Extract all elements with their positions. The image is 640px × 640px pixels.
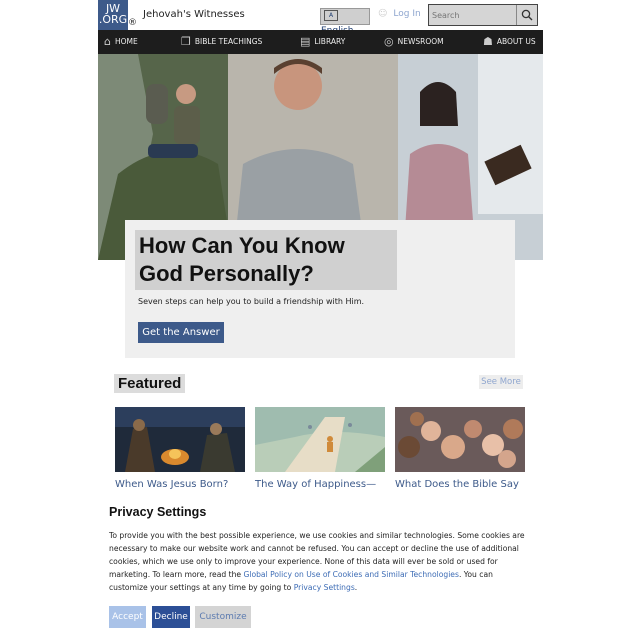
nav-label-about-us: ABOUT US: [496, 37, 536, 46]
search-input[interactable]: [432, 8, 512, 22]
get-the-answer-button[interactable]: Get the Answer: [138, 322, 224, 343]
featured-item-way-of-happiness[interactable]: The Way of Happiness—: [255, 407, 385, 490]
globe-icon: ◎: [384, 35, 394, 48]
jw-org-logo[interactable]: JW .ORG: [98, 0, 128, 30]
search-button[interactable]: [516, 5, 537, 25]
home-icon: ⌂: [104, 35, 111, 48]
nav-label-home: HOME: [114, 37, 138, 46]
nav-item-about-us[interactable]: ☗ ABOUT US: [483, 30, 536, 54]
privacy-banner: Privacy Settings To provide you with the…: [0, 494, 640, 640]
decline-button[interactable]: Decline: [152, 606, 190, 628]
nav-item-home[interactable]: ⌂ HOME: [104, 30, 138, 54]
accept-button[interactable]: Accept: [109, 606, 146, 628]
customize-button[interactable]: Customize: [195, 606, 251, 628]
happiness-path-image: [255, 407, 385, 472]
featured-caption[interactable]: What Does the Bible Say: [395, 479, 525, 490]
nav-item-library[interactable]: ▤ LIBRARY: [300, 30, 345, 54]
featured-thumbnail[interactable]: [395, 407, 525, 472]
logo-text-org: .ORG: [98, 13, 128, 26]
featured-item-jesus-born[interactable]: When Was Jesus Born?: [115, 407, 245, 490]
privacy-text: To provide you with the best possible ex…: [109, 529, 534, 594]
privacy-settings-link[interactable]: Privacy Settings: [294, 583, 355, 592]
site-name[interactable]: Jehovah's Witnesses: [143, 9, 245, 20]
nav-label-bible-teachings: BIBLE TEACHINGS: [194, 37, 263, 46]
user-icon: ☺: [378, 9, 388, 19]
see-more-link[interactable]: See More: [479, 375, 523, 389]
group-of-people-image: [395, 407, 525, 472]
hero-title[interactable]: How Can You Know God Personally?: [135, 230, 397, 290]
privacy-title: Privacy Settings: [109, 505, 207, 519]
registered-mark: ®: [128, 18, 137, 28]
search-box: [428, 4, 538, 26]
top-header: JW .ORG ® Jehovah's Witnesses AEnglish ☺…: [98, 0, 543, 36]
nav-item-newsroom[interactable]: ◎ NEWSROOM: [384, 30, 444, 54]
featured-caption[interactable]: When Was Jesus Born?: [115, 479, 245, 490]
featured-heading: Featured: [114, 374, 186, 393]
featured-thumbnail[interactable]: [255, 407, 385, 472]
login-label: Log In: [393, 9, 421, 19]
hero-subtitle: Seven steps can help you to build a frie…: [138, 297, 365, 306]
bible-icon: ❒: [181, 35, 191, 48]
main-nav: ⌂ HOME ❒ BIBLE TEACHINGS ▤ LIBRARY ◎ NEWSROO…: [98, 30, 543, 54]
library-icon: ▤: [300, 35, 311, 48]
nav-item-bible-teachings[interactable]: ❒ BIBLE TEACHINGS: [181, 30, 262, 54]
nav-label-library: LIBRARY: [314, 37, 346, 46]
login-link[interactable]: ☺ Log In: [378, 9, 421, 19]
nav-label-newsroom: NEWSROOM: [397, 37, 444, 46]
privacy-text-end: .: [354, 583, 358, 592]
nativity-night-image: [115, 407, 245, 472]
language-button[interactable]: AEnglish: [320, 8, 370, 36]
language-icon: A: [324, 10, 338, 21]
search-icon: [521, 9, 533, 21]
featured-item-what-bible-says[interactable]: What Does the Bible Say: [395, 407, 525, 490]
people-icon: ☗: [483, 35, 493, 48]
featured-caption[interactable]: The Way of Happiness—: [255, 479, 385, 490]
cookie-policy-link[interactable]: Global Policy on Use of Cookies and Simi…: [243, 570, 458, 579]
featured-thumbnail[interactable]: [115, 407, 245, 472]
hero-card: How Can You Know God Personally? Seven s…: [125, 220, 515, 358]
